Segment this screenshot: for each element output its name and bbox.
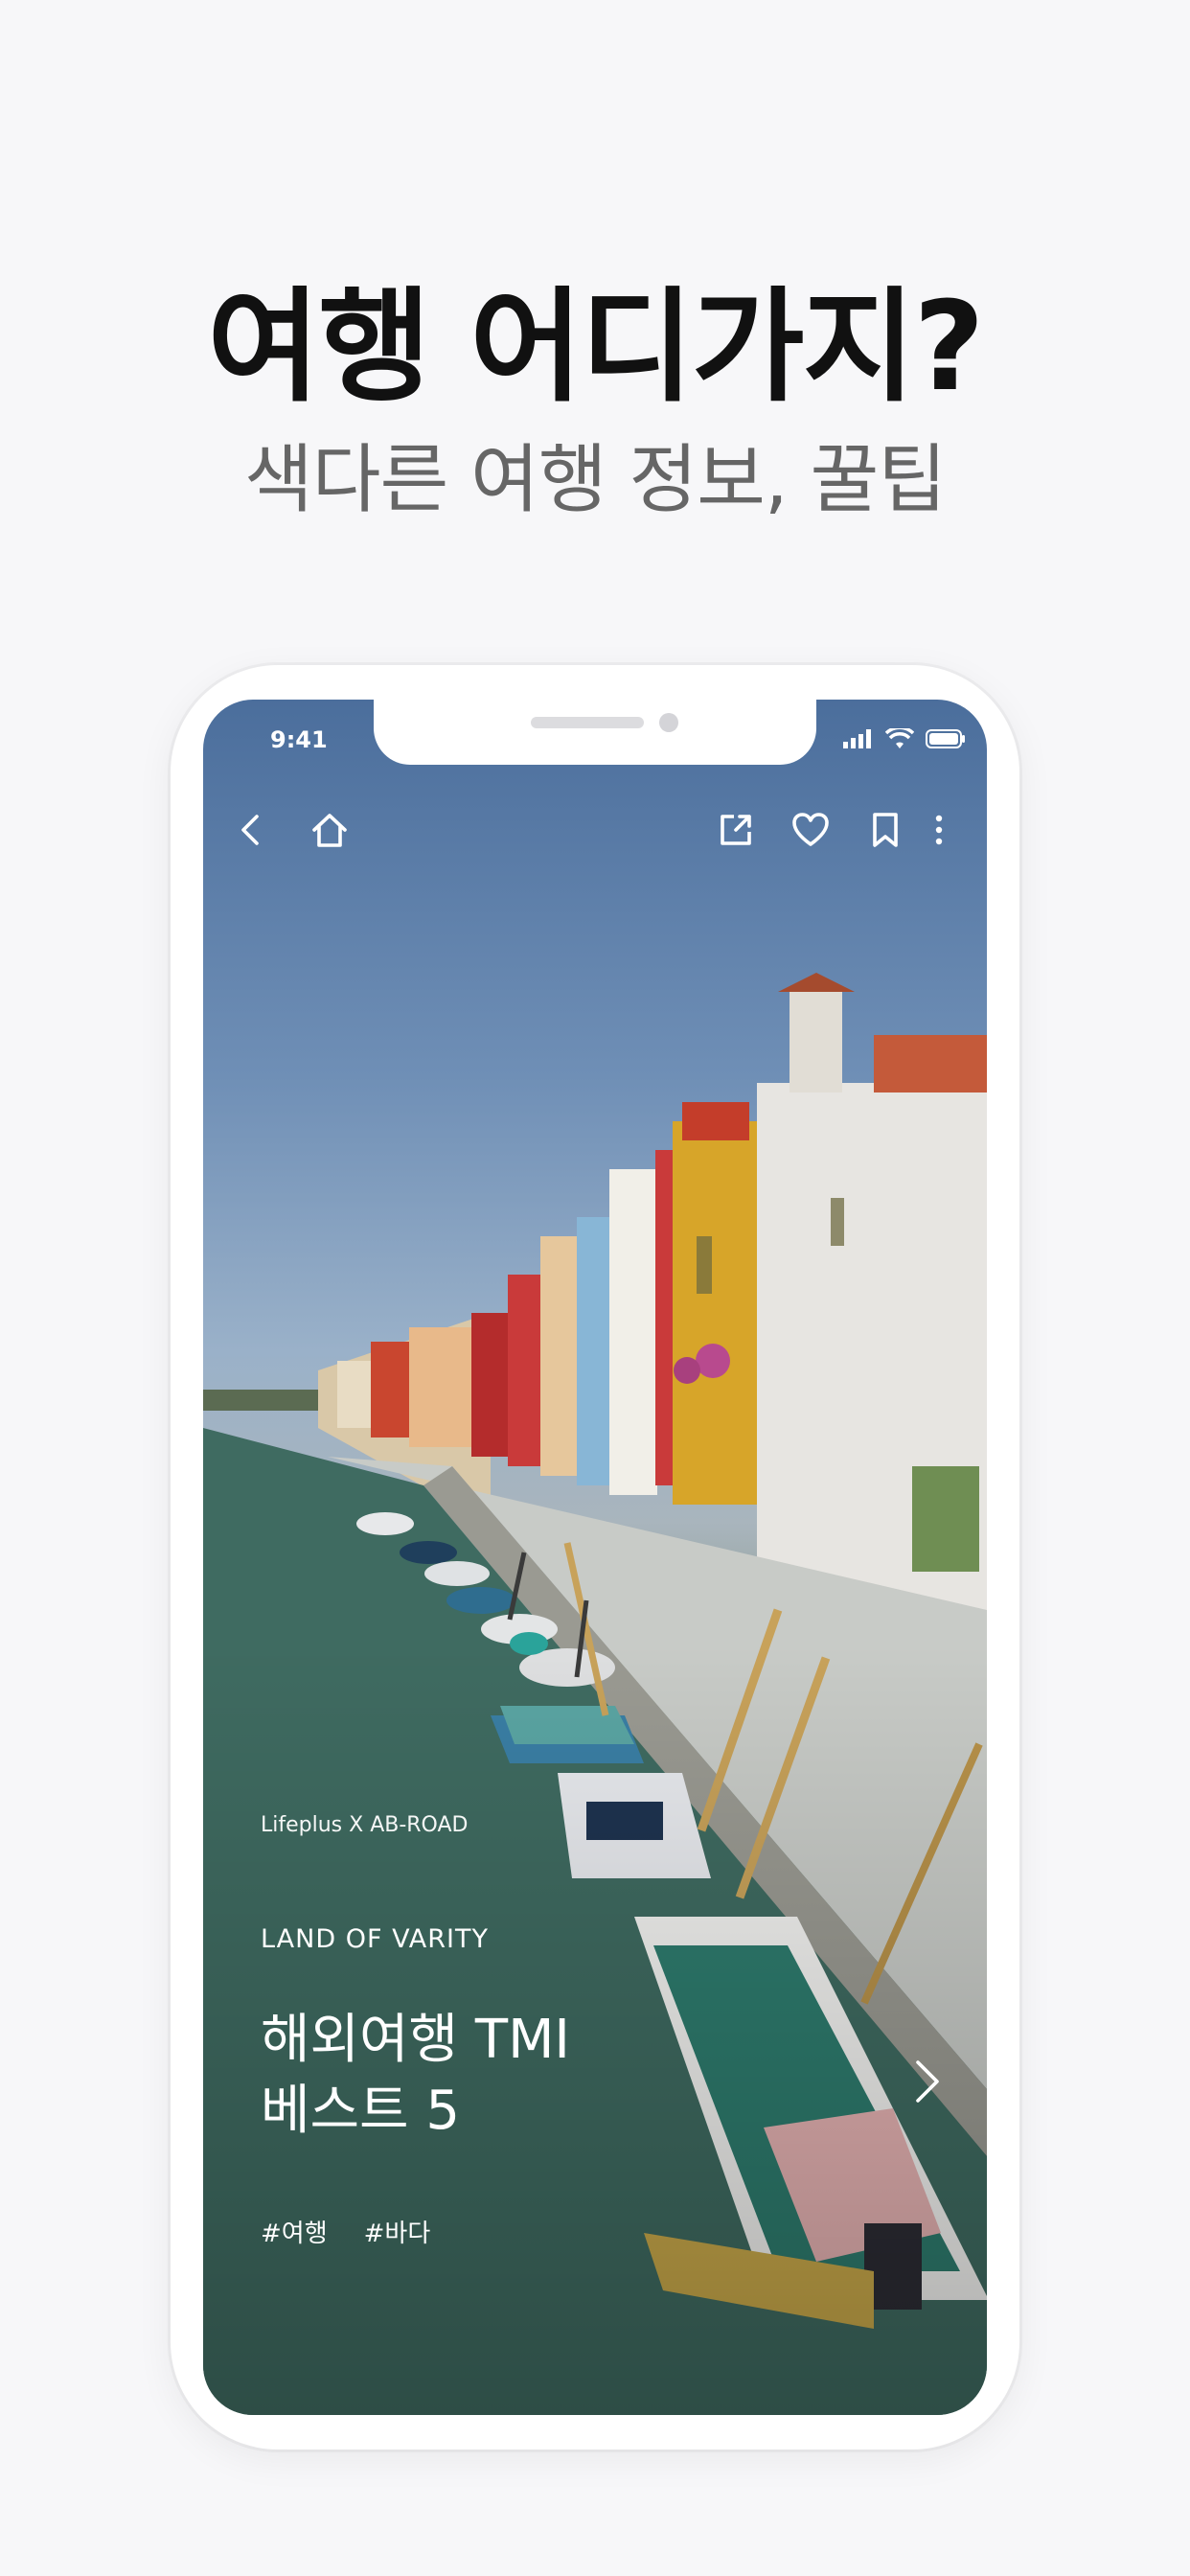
back-icon[interactable]: [228, 807, 274, 853]
wifi-icon: [885, 728, 914, 748]
front-camera: [659, 713, 678, 732]
signal-icon: [843, 729, 871, 748]
article-tags: #여행 #바다: [261, 2214, 430, 2249]
tag-travel[interactable]: #여행: [261, 2214, 328, 2249]
article-category: LAND OF VARITY: [261, 1924, 489, 1954]
heart-icon[interactable]: [788, 807, 834, 853]
status-icons: [843, 726, 966, 751]
status-time: 9:41: [270, 726, 328, 753]
share-icon[interactable]: [713, 807, 759, 853]
phone-mockup: 9:41 Lifeplus X AB-ROAD LAND OF VARITY 해…: [171, 665, 1019, 2450]
canal-photo: [203, 700, 987, 2415]
battery-icon: [926, 729, 965, 748]
article-title[interactable]: 해외여행 TMI 베스트 5: [261, 2005, 759, 2147]
device-notch: [374, 700, 816, 765]
tag-sea[interactable]: #바다: [364, 2214, 431, 2249]
promo-headline: 여행 어디가지?: [207, 276, 984, 419]
home-icon[interactable]: [307, 807, 353, 853]
bookmark-icon[interactable]: [862, 807, 908, 853]
promo-subline: 색다른 여행 정보, 꿀팁: [243, 437, 947, 523]
more-icon[interactable]: [924, 807, 954, 853]
article-credit: Lifeplus X AB-ROAD: [261, 1813, 469, 1837]
speaker-grille: [531, 717, 644, 728]
app-screen: 9:41 Lifeplus X AB-ROAD LAND OF VARITY 해…: [203, 700, 987, 2415]
next-arrow-icon[interactable]: [903, 2055, 949, 2108]
